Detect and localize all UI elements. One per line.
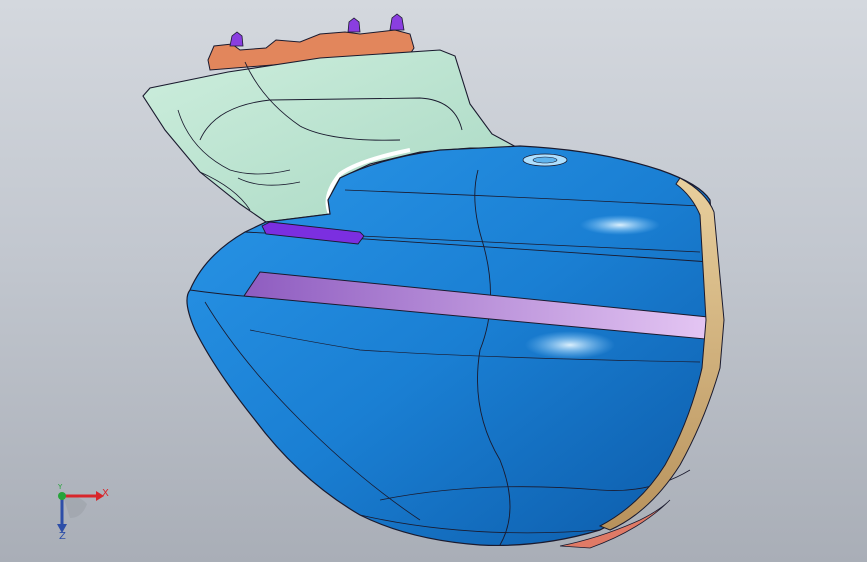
pin-left (229, 31, 244, 47)
pin-right (389, 13, 405, 31)
axis-triad: X Y Z (40, 478, 120, 548)
x-axis-label: X (102, 488, 109, 499)
y-axis-label: Y (58, 483, 63, 491)
cad-graphics-viewport[interactable]: X Y Z (0, 0, 867, 562)
z-axis-label: Z (59, 531, 66, 542)
specular-highlight (580, 215, 660, 235)
3d-part-model[interactable] (0, 0, 867, 562)
pin-middle (347, 17, 361, 33)
y-axis-dot (58, 492, 66, 500)
specular-highlight (525, 331, 615, 359)
